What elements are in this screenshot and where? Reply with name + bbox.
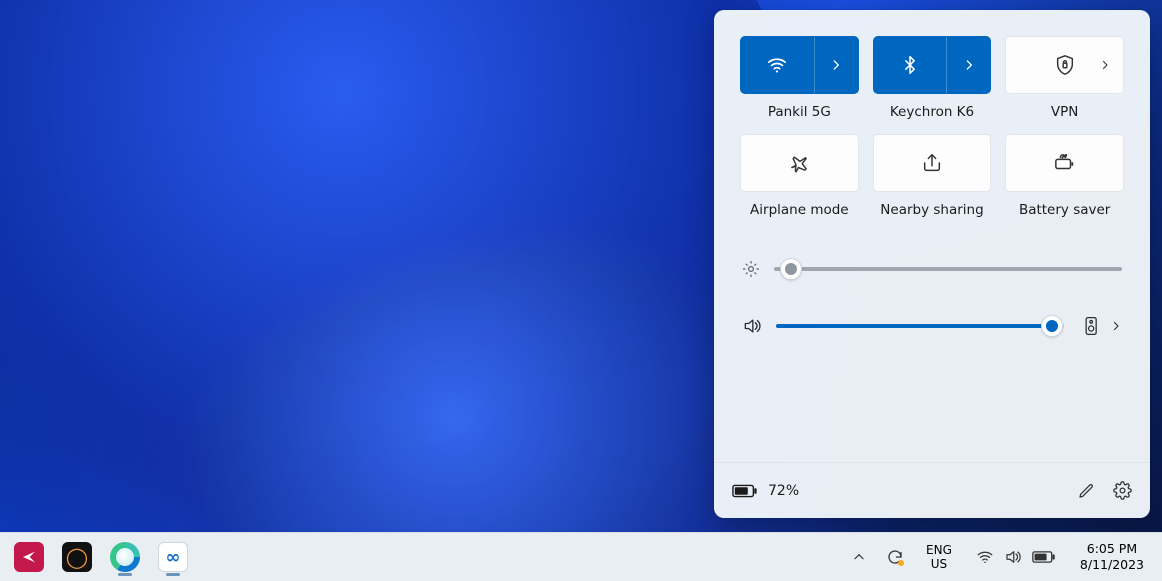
panel-footer: 72% [714,462,1150,518]
chevron-right-icon [962,58,976,72]
chevron-up-icon [852,550,866,564]
app-icon: ◯ [62,542,92,572]
app-icon: ∞ [158,542,188,572]
brightness-icon[interactable] [742,260,760,278]
wifi-tile[interactable] [740,36,859,94]
speaker-icon [1004,548,1022,566]
taskbar-right: ENG US 6:05 PM 8/11/2023 [844,533,1154,581]
quick-settings-panel: Pankil 5G Keychron K6 [714,10,1150,518]
vpn-tile[interactable] [1005,36,1124,94]
volume-trailing [1084,316,1122,336]
clock-button[interactable]: 6:05 PM 8/11/2023 [1070,537,1154,577]
language-button[interactable]: ENG US [916,537,962,577]
battery-saver-tile[interactable] [1005,134,1124,192]
taskbar-app-2[interactable]: ◯ [56,536,98,578]
share-icon [921,152,943,174]
battery-icon [1032,550,1056,564]
app-icon [14,542,44,572]
brightness-row [742,260,1122,278]
vpn-label: VPN [1051,104,1078,120]
battery-saver-label: Battery saver [1019,202,1110,218]
nearby-tile-group: Nearby sharing [873,134,992,218]
airplane-icon [788,152,810,174]
chevron-right-icon [829,58,843,72]
bluetooth-toggle[interactable] [874,37,947,93]
wifi-icon [976,548,994,566]
wifi-toggle[interactable] [741,37,814,93]
bluetooth-icon [900,55,920,75]
nearby-label: Nearby sharing [880,202,983,218]
bluetooth-expand-button[interactable] [946,37,990,93]
battery-saver-tile-group: Battery saver [1005,134,1124,218]
battery-saver-icon [1053,152,1077,174]
footer-actions [1077,481,1132,500]
edge-icon [110,542,140,572]
volume-slider[interactable] [776,324,1064,328]
clock-time: 6:05 PM [1087,541,1137,557]
bluetooth-tile-group: Keychron K6 [873,36,992,120]
quick-settings-tiles: Pankil 5G Keychron K6 [714,10,1150,218]
bluetooth-label: Keychron K6 [890,104,974,120]
battery-percent-text: 72% [768,483,799,499]
wifi-expand-button[interactable] [814,37,858,93]
sliders-section [714,232,1150,346]
volume-fill [776,324,1052,328]
edit-pencil-icon[interactable] [1077,482,1095,500]
language-line2: US [931,557,947,571]
battery-icon [732,483,758,499]
brightness-thumb[interactable] [780,258,802,280]
speaker-icon[interactable] [742,316,762,336]
brightness-slider[interactable] [774,267,1122,271]
system-tray-button[interactable] [966,537,1066,577]
taskbar-app-1[interactable] [8,536,50,578]
wifi-tile-group: Pankil 5G [740,36,859,120]
taskbar: ◯ ∞ ENG US 6:05 PM 8/11/2023 [0,532,1162,581]
settings-gear-icon[interactable] [1113,481,1132,500]
chevron-right-icon[interactable] [1110,320,1122,332]
language-line1: ENG [926,543,952,557]
vpn-tile-group: VPN [1005,36,1124,120]
chevron-right-icon [1099,59,1111,71]
volume-row [742,316,1122,336]
tray-overflow-button[interactable] [844,537,874,577]
clock-date: 8/11/2023 [1080,557,1144,573]
wifi-icon [766,54,788,76]
audio-output-icon[interactable] [1084,316,1100,336]
airplane-tile[interactable] [740,134,859,192]
bluetooth-tile[interactable] [873,36,992,94]
airplane-label: Airplane mode [750,202,849,218]
taskbar-app-4[interactable]: ∞ [152,536,194,578]
taskbar-left: ◯ ∞ [8,536,194,578]
taskbar-app-edge[interactable] [104,536,146,578]
airplane-tile-group: Airplane mode [740,134,859,218]
sync-icon [886,548,904,566]
nearby-tile[interactable] [873,134,992,192]
battery-status[interactable]: 72% [732,483,799,499]
volume-thumb[interactable] [1041,315,1063,337]
wifi-label: Pankil 5G [768,104,831,120]
tray-sync-button[interactable] [878,537,912,577]
shield-lock-icon [1054,54,1076,76]
